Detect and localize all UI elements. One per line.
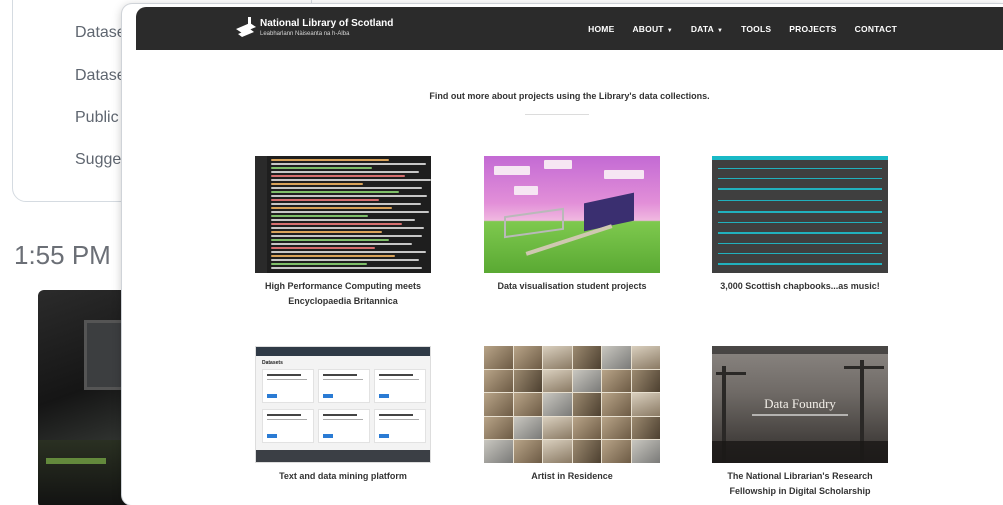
divider [525, 114, 589, 115]
project-thumbnail [484, 346, 660, 463]
project-title[interactable]: 3,000 Scottish chapbooks...as music! [712, 279, 888, 294]
project-tile-hpc[interactable]: High Performance Computing meets Encyclo… [255, 156, 431, 309]
intro-text: Find out more about projects using the L… [429, 91, 710, 101]
nav-contact[interactable]: CONTACT [855, 24, 897, 34]
chevron-down-icon: ▼ [666, 27, 673, 34]
chevron-down-icon: ▼ [716, 27, 724, 34]
logo-title: National Library of Scotland [260, 18, 394, 29]
nav-tools[interactable]: TOOLS [741, 24, 771, 34]
logo-subtitle: Leabharlann Nàiseanta na h-Alba [260, 31, 350, 37]
background-link-4[interactable]: Sugge [75, 151, 121, 169]
project-title[interactable]: Text and data mining platform [255, 469, 431, 484]
site-logo[interactable]: National Library of Scotland Leabharlann… [236, 17, 393, 39]
main-menu: HOME ABOUT ▼ DATA ▼ TOOLS PROJECTS CONTACT [570, 7, 897, 50]
site-navbar: National Library of Scotland Leabharlann… [136, 7, 1003, 50]
project-title[interactable]: Artist in Residence [484, 469, 660, 484]
nav-about[interactable]: ABOUT ▼ [632, 24, 672, 34]
project-tile-chapbooks[interactable]: 3,000 Scottish chapbooks...as music! [712, 156, 888, 294]
project-tile-artist[interactable]: Artist in Residence [484, 346, 660, 484]
project-title[interactable]: High Performance Computing meets Encyclo… [255, 279, 431, 309]
background-link-3[interactable]: Public [75, 109, 119, 127]
thumbnail-heading: Datasets [262, 360, 283, 366]
thumbnail-title: Data Foundry [764, 396, 836, 411]
project-title[interactable]: The National Librarian's Research Fellow… [712, 469, 888, 499]
library-logo-icon [236, 17, 256, 37]
project-title[interactable]: Data visualisation student projects [484, 279, 660, 294]
background-link-1[interactable]: Datase [75, 24, 126, 42]
project-tile-text-mining[interactable]: Datasets Text and data mining platform [255, 346, 431, 484]
project-tile-visualisation[interactable]: Data visualisation student projects [484, 156, 660, 294]
project-thumbnail: Data Foundry [712, 346, 888, 463]
website-screenshot: National Library of Scotland Leabharlann… [122, 4, 1003, 505]
project-thumbnail [255, 156, 431, 273]
project-tile-fellowship[interactable]: Data Foundry The National Librarian's Re… [712, 346, 888, 499]
message-timestamp: 1:55 PM [14, 240, 111, 270]
project-thumbnail [484, 156, 660, 273]
project-thumbnail: Datasets [255, 346, 431, 463]
nav-home[interactable]: HOME [588, 24, 614, 34]
nav-data[interactable]: DATA ▼ [691, 24, 723, 34]
nav-projects[interactable]: PROJECTS [789, 24, 836, 34]
project-thumbnail [712, 156, 888, 273]
background-link-2[interactable]: Datase [75, 67, 126, 85]
